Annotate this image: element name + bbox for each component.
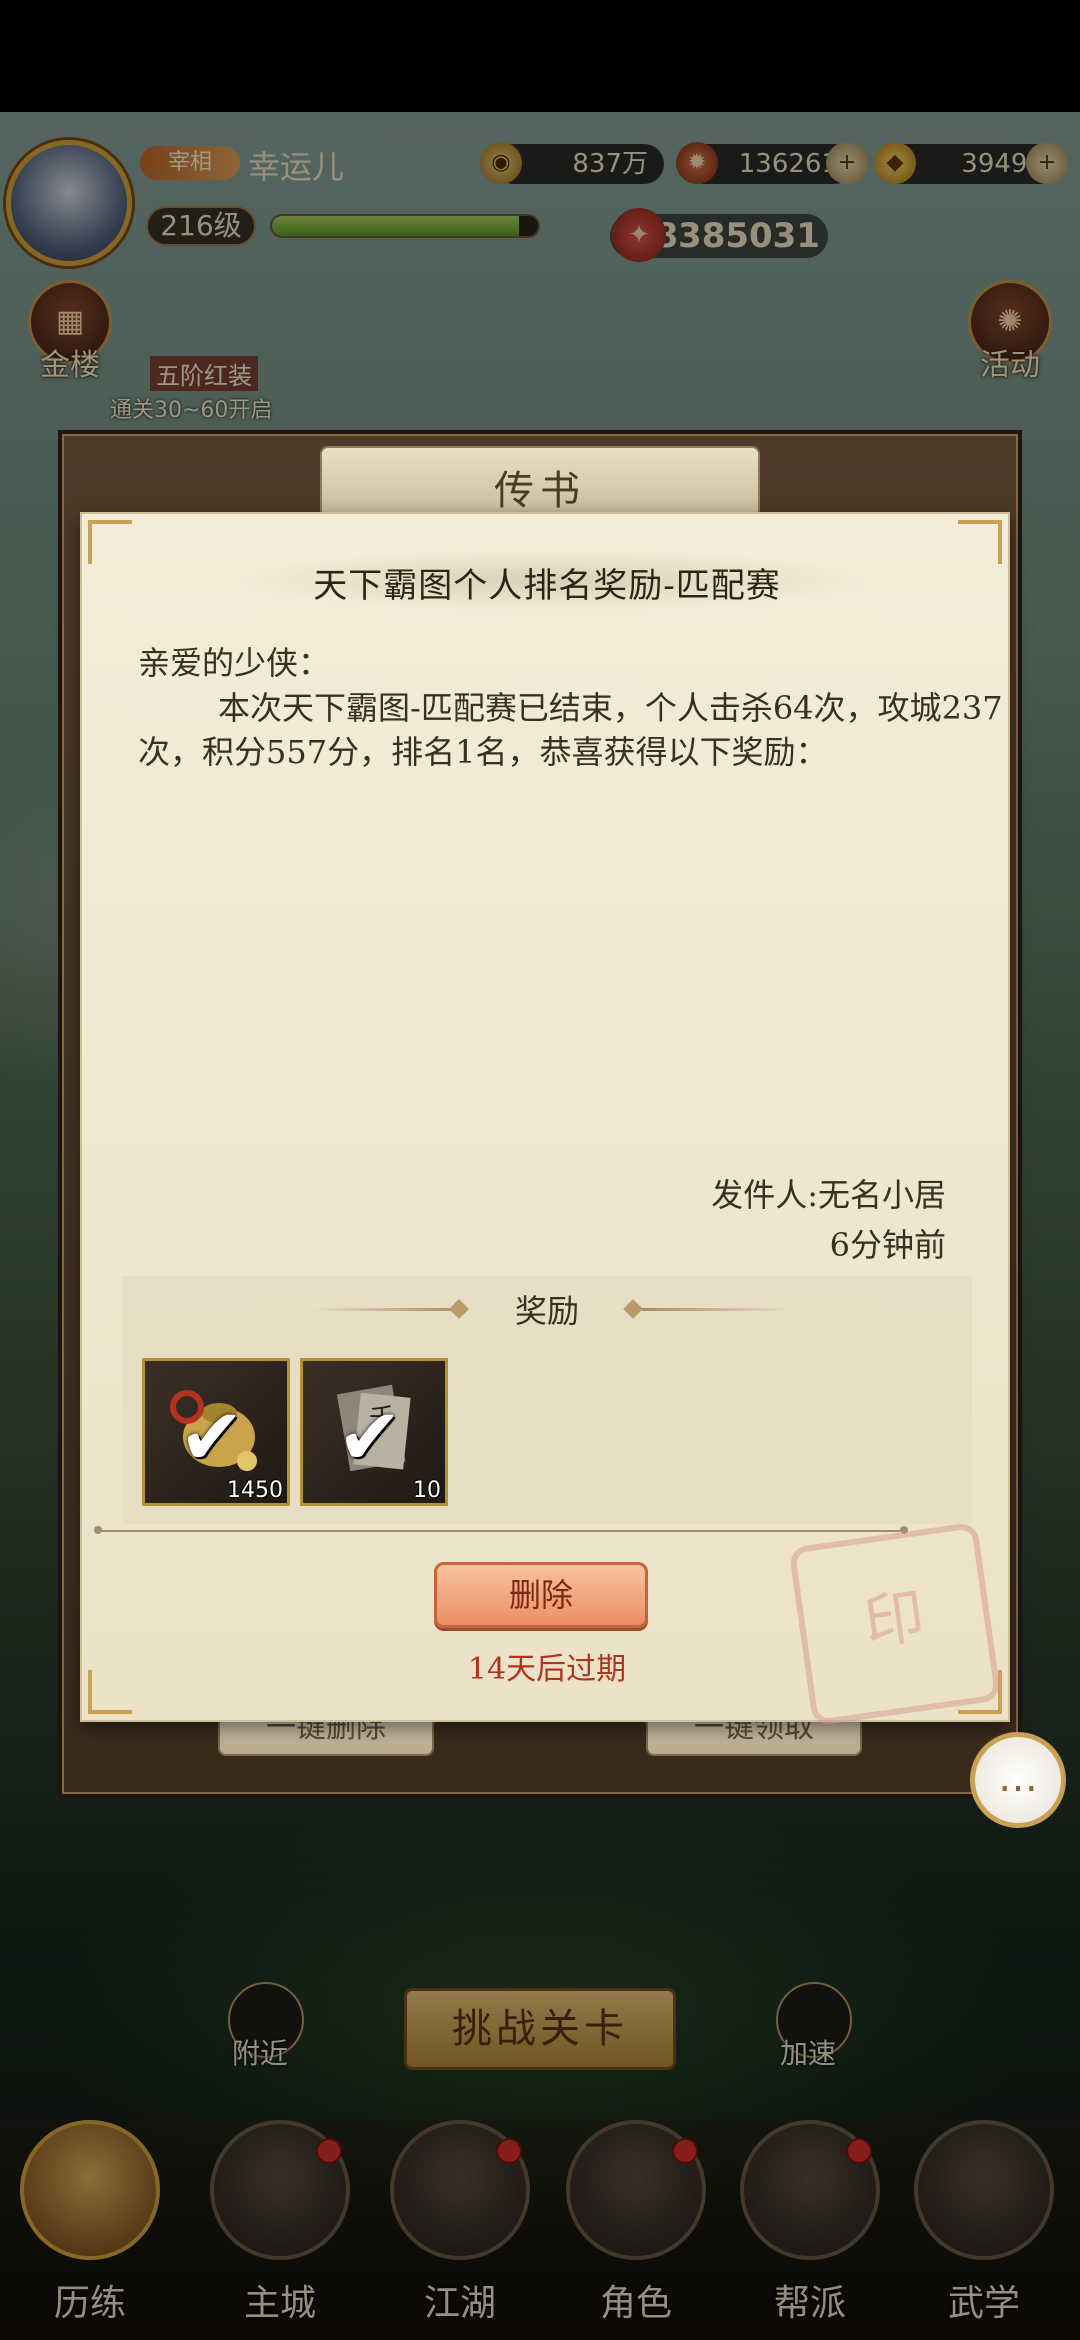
reward-label: 奖励 bbox=[514, 1292, 579, 1330]
mail-body: 本次天下霸图-匹配赛已结束，个人击杀64次，攻城237次，积分557分，排名1名… bbox=[138, 689, 1003, 771]
red-seal-stamp: 印 bbox=[788, 1521, 1002, 1727]
letter-divider bbox=[100, 1530, 900, 1532]
mail-greeting: 亲爱的少侠： bbox=[138, 644, 331, 682]
reward-quantity: 1450 bbox=[227, 1478, 283, 1503]
reward-item-1[interactable]: ✔ 1450 bbox=[142, 1358, 290, 1506]
mail-time: 6分钟前 bbox=[829, 1226, 946, 1264]
mail-expiry: 14天后过期 bbox=[467, 1652, 627, 1687]
reward-item-2[interactable]: 千 ✔ 10 bbox=[300, 1358, 448, 1506]
claimed-check-icon: ✔ bbox=[337, 1393, 403, 1483]
mail-title: 天下霸图个人排名奖励-匹配赛 bbox=[313, 566, 781, 606]
claimed-check-icon: ✔ bbox=[179, 1393, 245, 1483]
delete-mail-button[interactable]: 删除 bbox=[434, 1562, 648, 1628]
chat-icon[interactable]: … bbox=[970, 1732, 1066, 1828]
mail-panel-title: 传书 bbox=[494, 468, 586, 514]
mail-letter: 天下霸图个人排名奖励-匹配赛 亲爱的少侠： 本次天下霸图-匹配赛已结束，个人击杀… bbox=[80, 512, 1010, 1727]
reward-quantity: 10 bbox=[413, 1478, 441, 1503]
mail-sender: 发件人:无名小居 bbox=[711, 1176, 946, 1214]
divider-dot bbox=[94, 1526, 102, 1534]
